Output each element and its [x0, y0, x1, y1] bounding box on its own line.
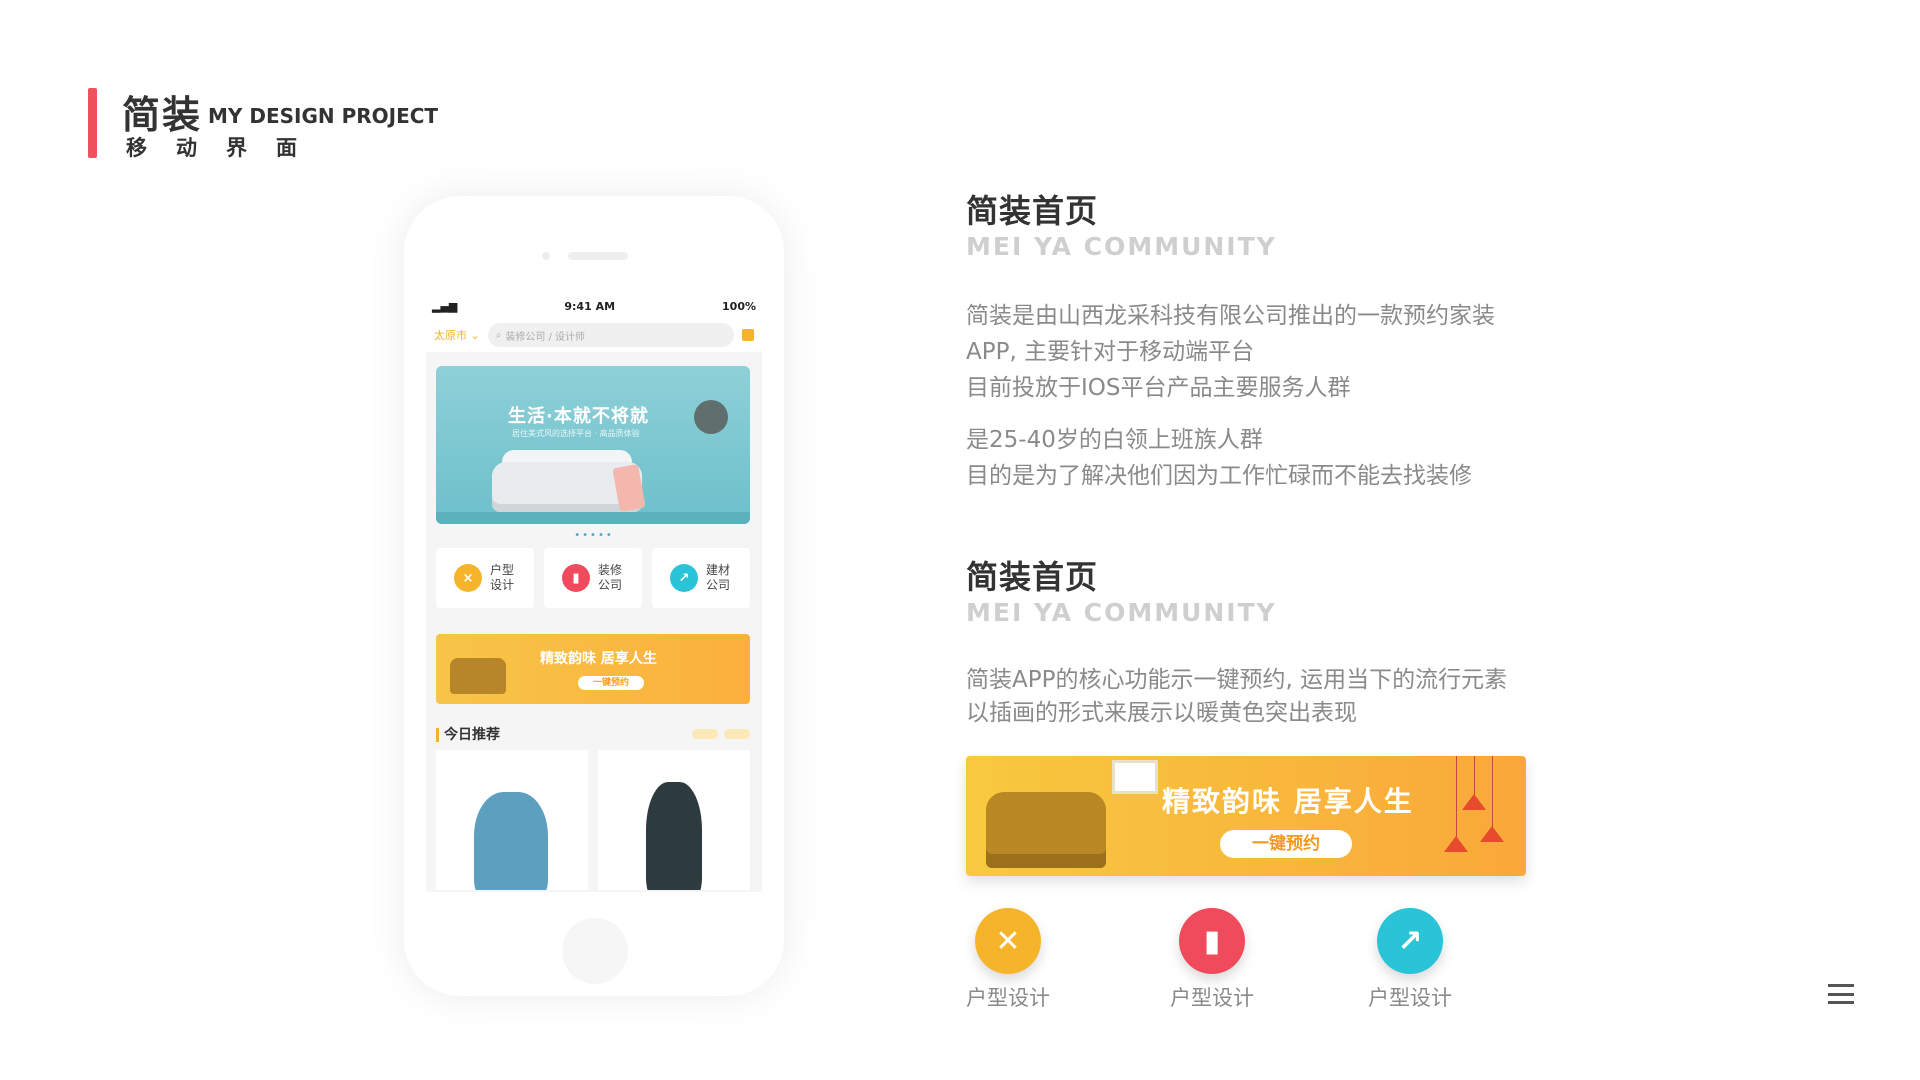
search-placeholder: 装修公司 / 设计师 [505, 331, 586, 343]
book-button[interactable]: 一键预约 [578, 676, 644, 690]
hero-title: 生活·本就不将就 [508, 406, 649, 427]
search-icon: ⌕ [495, 329, 502, 341]
lamp-wire [1492, 756, 1493, 828]
book-button[interactable]: 一键预约 [1220, 830, 1352, 858]
section-title: 简装首页 [966, 552, 1099, 598]
vase-image [474, 792, 548, 890]
city-label: 太原市 [434, 329, 467, 342]
phone-screen: ▂▄▆ 9:41 AM 100% 太原市 ⌄ ⌕ 装修公司 / 设计师 生活·本… [426, 294, 762, 892]
status-bar: ▂▄▆ 9:41 AM 100% [426, 294, 762, 318]
text-line: 以插画的形式来展示以暖黄色突出表现 [966, 700, 1357, 726]
text-line: 简装APP的核心功能示一键预约, 运用当下的流行元素 [966, 667, 1508, 693]
battery-level: 100% [722, 299, 756, 313]
recommend-tags [692, 729, 750, 739]
project-subtitle: 移 动 界 面 [126, 132, 300, 162]
category-label: 建材公司 [705, 563, 730, 592]
scan-icon[interactable] [742, 329, 754, 341]
floor-strip [436, 512, 750, 524]
recommend-title-text: 今日推荐 [444, 727, 500, 743]
hero-subtitle: 居住美式风的选择平台 · 高品质体验 [512, 429, 640, 438]
feature-label: 户型设计 [1170, 986, 1254, 1010]
text-line: 目的是为了解决他们因为工作忙碌而不能去找装修 [966, 463, 1472, 489]
subtitle-char: 移 [126, 132, 152, 162]
wall-picture-illustration [1112, 760, 1158, 794]
tag-chip[interactable] [692, 729, 718, 739]
promo-title: 精致韵味 居享人生 [1162, 785, 1414, 818]
pendant-lamp-illustration [1480, 826, 1504, 842]
search-input[interactable]: ⌕ 装修公司 / 设计师 [487, 323, 734, 347]
section-title: 简装首页 [966, 186, 1099, 232]
pendant-lamp-illustration [1462, 794, 1486, 810]
feature-item[interactable]: ✕ 户型设计 [948, 908, 1068, 1012]
section-title-text: 简装首页 [966, 192, 1099, 230]
accent-bar [88, 88, 97, 158]
text-line: 目前投放于IOS平台产品主要服务人群 [966, 375, 1351, 401]
recommend-header: 今日推荐 [436, 724, 750, 744]
phone-speaker [568, 252, 628, 260]
search-row: 太原市 ⌄ ⌕ 装修公司 / 设计师 [426, 318, 762, 352]
slide: 简装 MY DESIGN PROJECT 移 动 界 面 ▂▄▆ 9:41 AM… [0, 0, 1920, 1080]
subtitle-char: 界 [226, 132, 252, 162]
text-line: APP, 主要针对于移动端平台 [966, 339, 1255, 365]
feature-item[interactable]: ▮ 户型设计 [1152, 908, 1272, 1012]
building-icon: ▮ [1179, 908, 1245, 974]
promo-title: 精致韵味 居享人生 [540, 651, 657, 667]
promo-banner[interactable]: 精致韵味 居享人生 一键预约 [436, 634, 750, 704]
section-title-text: 简装首页 [966, 558, 1099, 596]
menu-icon[interactable] [1828, 984, 1854, 1004]
hero-banner[interactable]: 生活·本就不将就 居住美式风的选择平台 · 高品质体验 [436, 366, 750, 524]
feature-label: 户型设计 [966, 986, 1050, 1010]
phone-mockup: ▂▄▆ 9:41 AM 100% 太原市 ⌄ ⌕ 装修公司 / 设计师 生活·本… [404, 196, 784, 996]
category-item[interactable]: ▮ 装修公司 [544, 548, 642, 608]
building-icon: ▮ [562, 564, 590, 592]
hammer-icon: ↗ [670, 564, 698, 592]
text-line: 简装是由山西龙采科技有限公司推出的一款预约家装 [966, 303, 1495, 329]
lamp-wire [1456, 756, 1457, 838]
project-title-en: MY DESIGN PROJECT [208, 104, 439, 128]
tag-chip[interactable] [724, 729, 750, 739]
recommend-title: 今日推荐 [436, 724, 500, 744]
armchair-illustration [450, 658, 506, 694]
ruler-icon: × [454, 564, 482, 592]
category-grid: × 户型设计 ▮ 装修公司 ↗ 建材公司 [436, 548, 750, 608]
section-subtitle: MEI YA COMMUNITY [966, 232, 1277, 261]
promo-banner-large[interactable]: 精致韵味 居享人生 一键预约 [966, 756, 1526, 876]
product-card[interactable] [436, 750, 588, 890]
feature-item[interactable]: ↗ 户型设计 [1350, 908, 1470, 1012]
category-label: 装修公司 [597, 563, 622, 592]
signal-icon: ▂▄▆ [432, 299, 458, 313]
home-button [562, 918, 628, 984]
lamp-illustration [694, 400, 728, 434]
armchair-illustration [986, 792, 1106, 868]
status-time: 9:41 AM [564, 299, 616, 313]
project-title: 简装 [122, 93, 203, 137]
hammer-icon: ↗ [1377, 908, 1443, 974]
pendant-lamp-illustration [1444, 836, 1468, 852]
feature-label: 户型设计 [1368, 986, 1452, 1010]
product-grid [436, 750, 750, 890]
carousel-dots[interactable]: ••••• [426, 530, 762, 541]
lamp-wire [1474, 756, 1475, 796]
product-card[interactable] [598, 750, 750, 890]
subtitle-char: 动 [176, 136, 197, 160]
text-line: 是25-40岁的白领上班族人群 [966, 427, 1263, 453]
section-text: 简装APP的核心功能示一键预约, 运用当下的流行元素 以插画的形式来展示以暖黄色… [966, 664, 1507, 730]
phone-camera [542, 252, 550, 260]
vase-image [646, 782, 702, 890]
section-text: 简装是由山西龙采科技有限公司推出的一款预约家装 APP, 主要针对于移动端平台 … [966, 298, 1495, 494]
city-selector[interactable]: 太原市 ⌄ [434, 327, 480, 343]
subtitle-char: 面 [276, 136, 297, 160]
ruler-icon: ✕ [975, 908, 1041, 974]
section-subtitle: MEI YA COMMUNITY [966, 598, 1277, 627]
category-item[interactable]: ↗ 建材公司 [652, 548, 750, 608]
category-item[interactable]: × 户型设计 [436, 548, 534, 608]
category-label: 户型设计 [489, 563, 514, 592]
